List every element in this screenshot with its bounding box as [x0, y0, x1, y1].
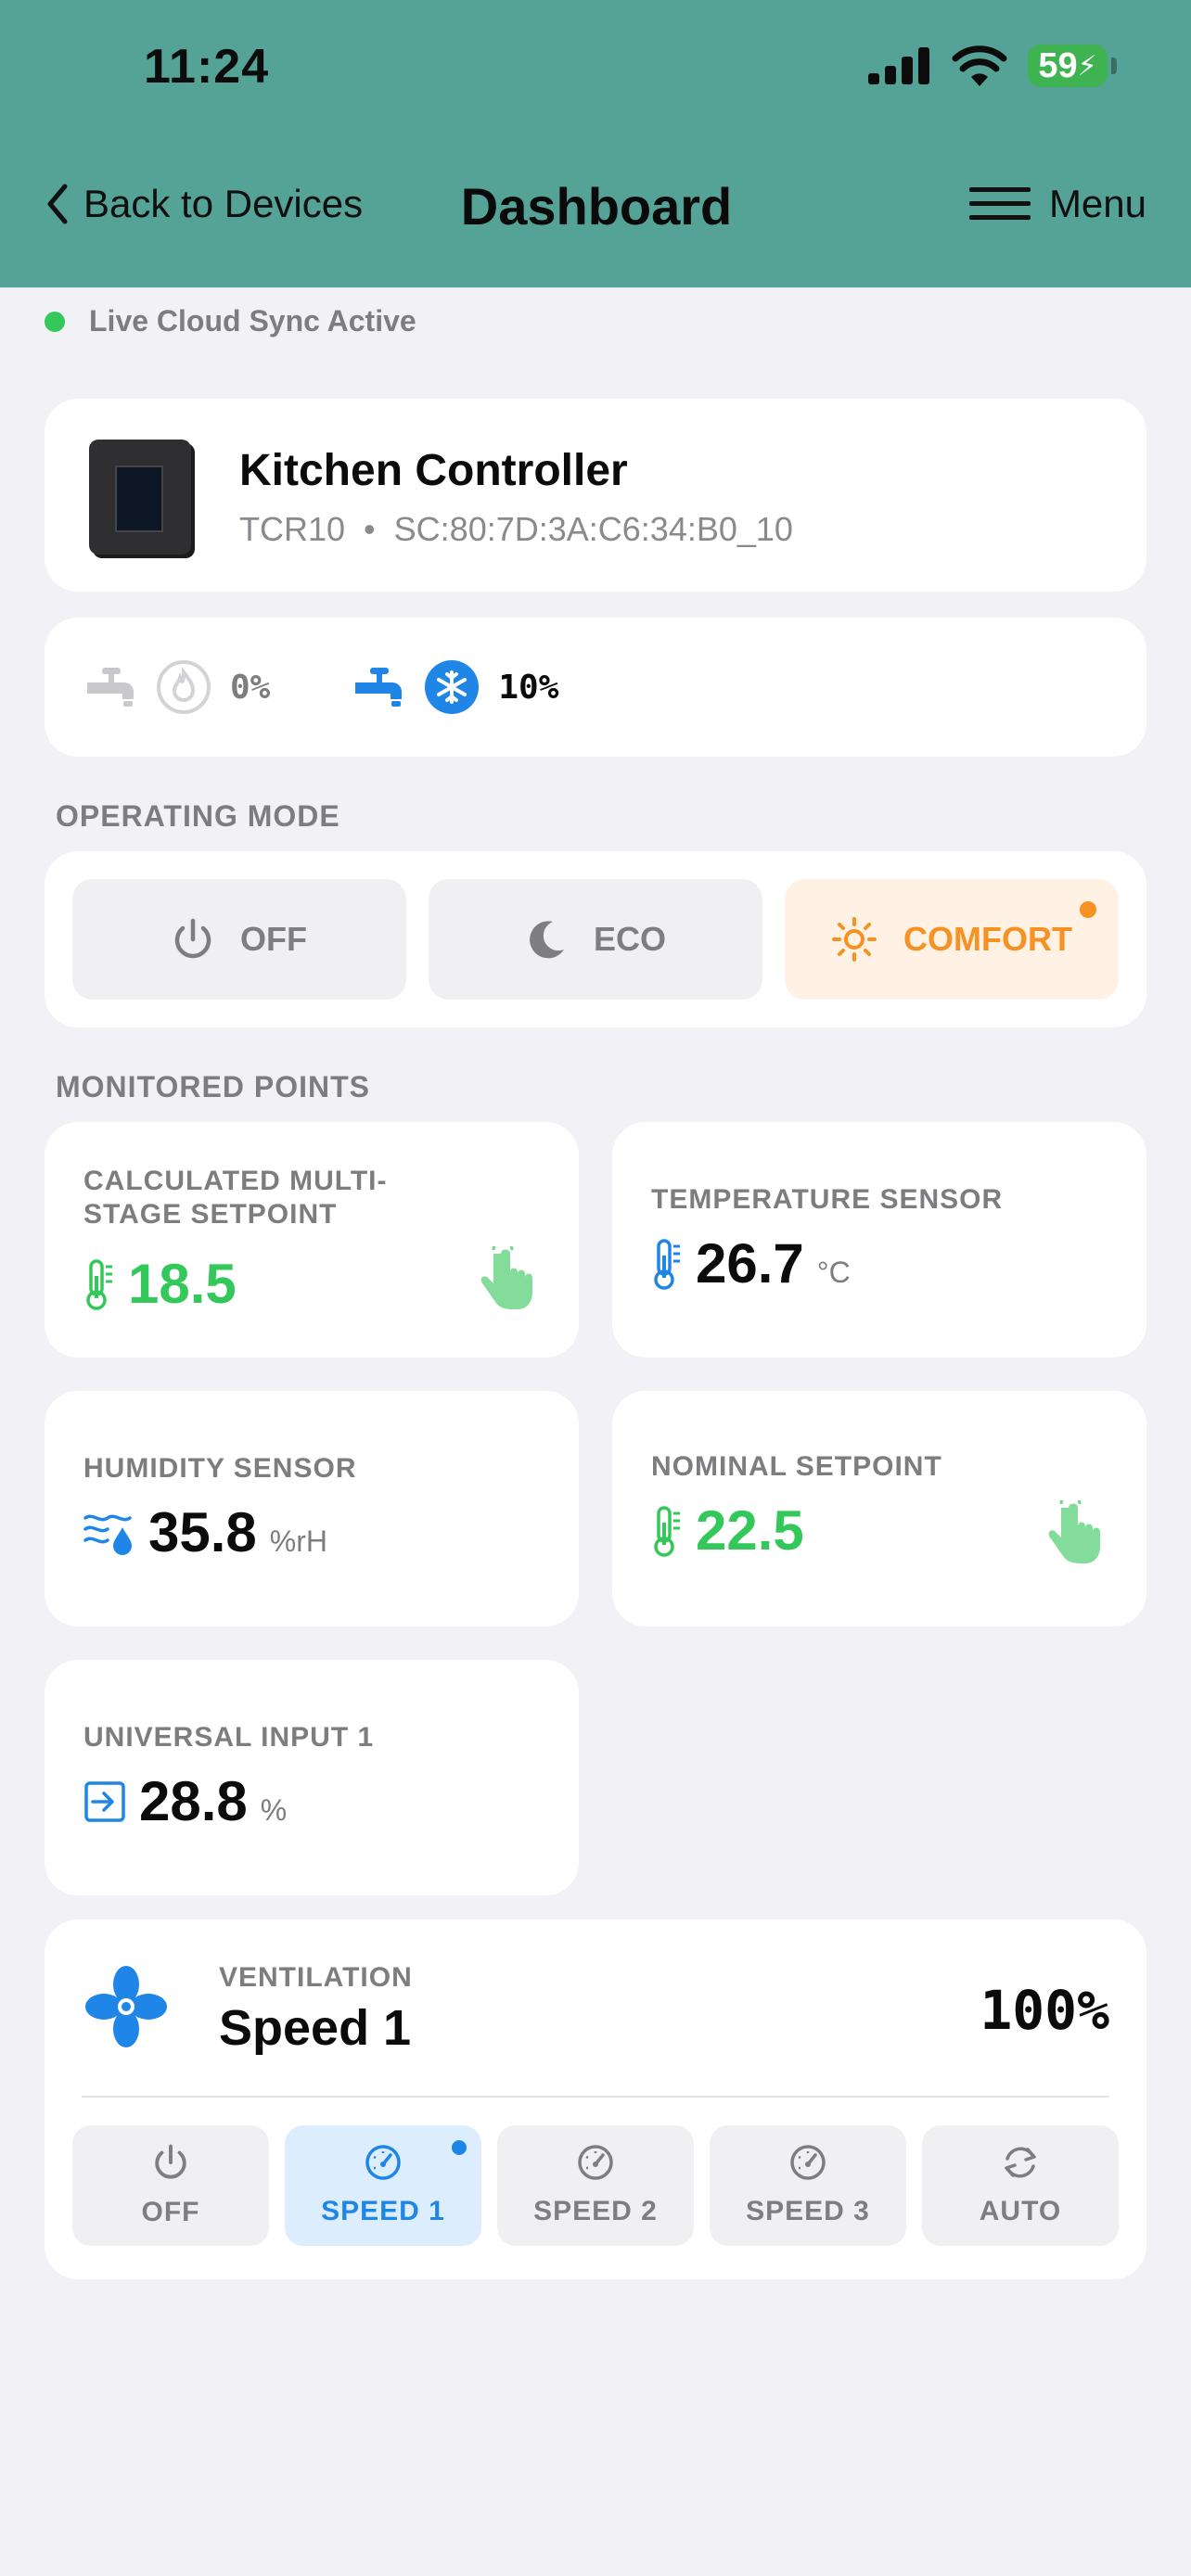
flame-icon — [157, 660, 211, 714]
point-value: 35.8 — [148, 1501, 257, 1563]
status-time: 11:24 — [144, 40, 270, 94]
point-value-row: 22.5 — [651, 1498, 804, 1562]
point-unit: °C — [816, 1256, 851, 1289]
device-separator: • — [364, 510, 376, 548]
snowflake-icon — [425, 660, 480, 714]
device-image — [89, 440, 191, 555]
point-value: 28.8 — [139, 1770, 248, 1832]
point-label: Nominal Setpoint — [651, 1451, 942, 1482]
moon-icon — [530, 921, 564, 959]
device-model: TCR10 — [239, 510, 346, 548]
mode-comfort-button[interactable]: COMFORT — [785, 879, 1119, 1000]
point-unit: %rH — [269, 1524, 327, 1558]
point-value: 26.7 — [696, 1232, 804, 1294]
operating-mode-card: OFF ECO COMFORT — [45, 851, 1146, 1027]
point-label: Humidity Sensor — [83, 1453, 357, 1484]
battery-indicator: 59 ⚡ — [1028, 45, 1117, 87]
point-value-row: 26.7 °C — [651, 1231, 851, 1295]
mode-eco-label: ECO — [593, 920, 666, 958]
app-header: 11:24 59 ⚡ Back to Devices Dashboard Men… — [0, 0, 1191, 287]
thermometer-icon — [654, 1238, 680, 1290]
refresh-icon — [1005, 2147, 1036, 2178]
gauge-icon — [790, 2145, 826, 2180]
vent-speed2-button[interactable]: SPEED 2 — [497, 2125, 694, 2246]
thermometer-icon — [654, 1505, 680, 1557]
mode-eco-button[interactable]: ECO — [429, 879, 762, 1000]
cooling-faucet-icon — [355, 668, 403, 707]
gauge-icon — [365, 2145, 401, 2180]
point-card-calculated-setpoint[interactable]: Calculated Multi-Stage Setpoint 18.5 — [45, 1122, 579, 1358]
battery-level: 59 — [1038, 45, 1078, 85]
valves-card: 0% 10% — [45, 618, 1146, 757]
heating-valve-value: 0% — [230, 668, 271, 707]
point-value-row: 35.8 %rH — [83, 1500, 327, 1564]
input-icon — [84, 1780, 125, 1822]
ventilation-value: Speed 1 — [219, 2000, 412, 2056]
point-value-row: 28.8 % — [83, 1769, 287, 1833]
point-label: Temperature Sensor — [651, 1184, 1004, 1215]
heating-faucet-icon — [87, 668, 134, 707]
device-card: Kitchen Controller TCR10 • SC:80:7D:3A:C… — [45, 399, 1146, 592]
cooling-valve-value: 10% — [498, 668, 559, 707]
cellular-signal-icon — [868, 47, 929, 84]
ventilation-label: VENTILATION — [219, 1962, 413, 1993]
vent-off-button[interactable]: OFF — [72, 2125, 269, 2246]
mode-off-button[interactable]: OFF — [72, 879, 406, 1000]
device-name: Kitchen Controller — [239, 446, 628, 495]
charging-bolt-icon: ⚡ — [1077, 50, 1097, 82]
menu-button[interactable]: Menu — [968, 182, 1146, 226]
power-icon — [155, 2144, 186, 2179]
gauge-icon — [578, 2145, 613, 2180]
point-card-nominal-setpoint[interactable]: Nominal Setpoint 22.5 — [612, 1391, 1146, 1626]
menu-label: Menu — [1048, 182, 1146, 225]
vent-option-label: SPEED 2 — [533, 2196, 658, 2226]
vent-option-label: AUTO — [979, 2196, 1062, 2226]
thermometer-icon — [86, 1258, 112, 1310]
humidity-icon — [83, 1514, 132, 1555]
operating-mode-label: OPERATING MODE — [56, 799, 340, 833]
mode-comfort-label: COMFORT — [903, 920, 1072, 958]
point-value-row: 18.5 — [83, 1252, 237, 1316]
point-unit: % — [260, 1793, 288, 1827]
device-subtitle: TCR10 • SC:80:7D:3A:C6:34:B0_10 — [239, 510, 793, 549]
hand-tap-icon[interactable] — [1048, 1500, 1109, 1565]
vent-speed1-button[interactable]: SPEED 1 — [285, 2125, 481, 2246]
divider — [82, 2096, 1109, 2098]
mode-off-label: OFF — [240, 920, 307, 958]
hand-tap-icon[interactable] — [480, 1246, 542, 1311]
vent-auto-button[interactable]: AUTO — [922, 2125, 1119, 2246]
point-value: 18.5 — [128, 1253, 237, 1315]
point-card-universal-input: Universal Input 1 28.8 % — [45, 1660, 579, 1895]
vent-option-label: SPEED 3 — [746, 2196, 870, 2226]
ventilation-card: VENTILATION Speed 1 100% OFF SPEED 1 SPE… — [45, 1919, 1146, 2279]
sun-icon — [832, 917, 877, 962]
selected-indicator-dot — [452, 2140, 467, 2155]
hamburger-icon — [968, 187, 1031, 220]
point-label: Universal Input 1 — [83, 1722, 375, 1753]
fan-icon — [85, 1966, 167, 2047]
selected-indicator-dot — [1080, 901, 1096, 918]
vent-speed3-button[interactable]: SPEED 3 — [710, 2125, 906, 2246]
sync-status-dot — [45, 311, 65, 332]
power-icon — [174, 918, 211, 959]
status-icons: 59 ⚡ — [868, 45, 1117, 87]
monitored-points-label: MONITORED POINTS — [56, 1070, 370, 1103]
vent-option-label: SPEED 1 — [321, 2196, 445, 2226]
point-label: Calculated Multi-Stage Setpoint — [83, 1166, 388, 1230]
sync-status-text: Live Cloud Sync Active — [89, 304, 416, 338]
point-value: 22.5 — [696, 1499, 804, 1562]
wifi-icon — [952, 45, 1007, 86]
point-card-temperature-sensor: Temperature Sensor 26.7 °C — [612, 1122, 1146, 1358]
ventilation-percent: 100% — [980, 1979, 1109, 2042]
device-serial: SC:80:7D:3A:C6:34:B0_10 — [393, 510, 793, 548]
vent-option-label: OFF — [141, 2197, 200, 2227]
point-card-humidity-sensor: Humidity Sensor 35.8 %rH — [45, 1391, 579, 1626]
sync-status: Live Cloud Sync Active — [45, 304, 416, 338]
